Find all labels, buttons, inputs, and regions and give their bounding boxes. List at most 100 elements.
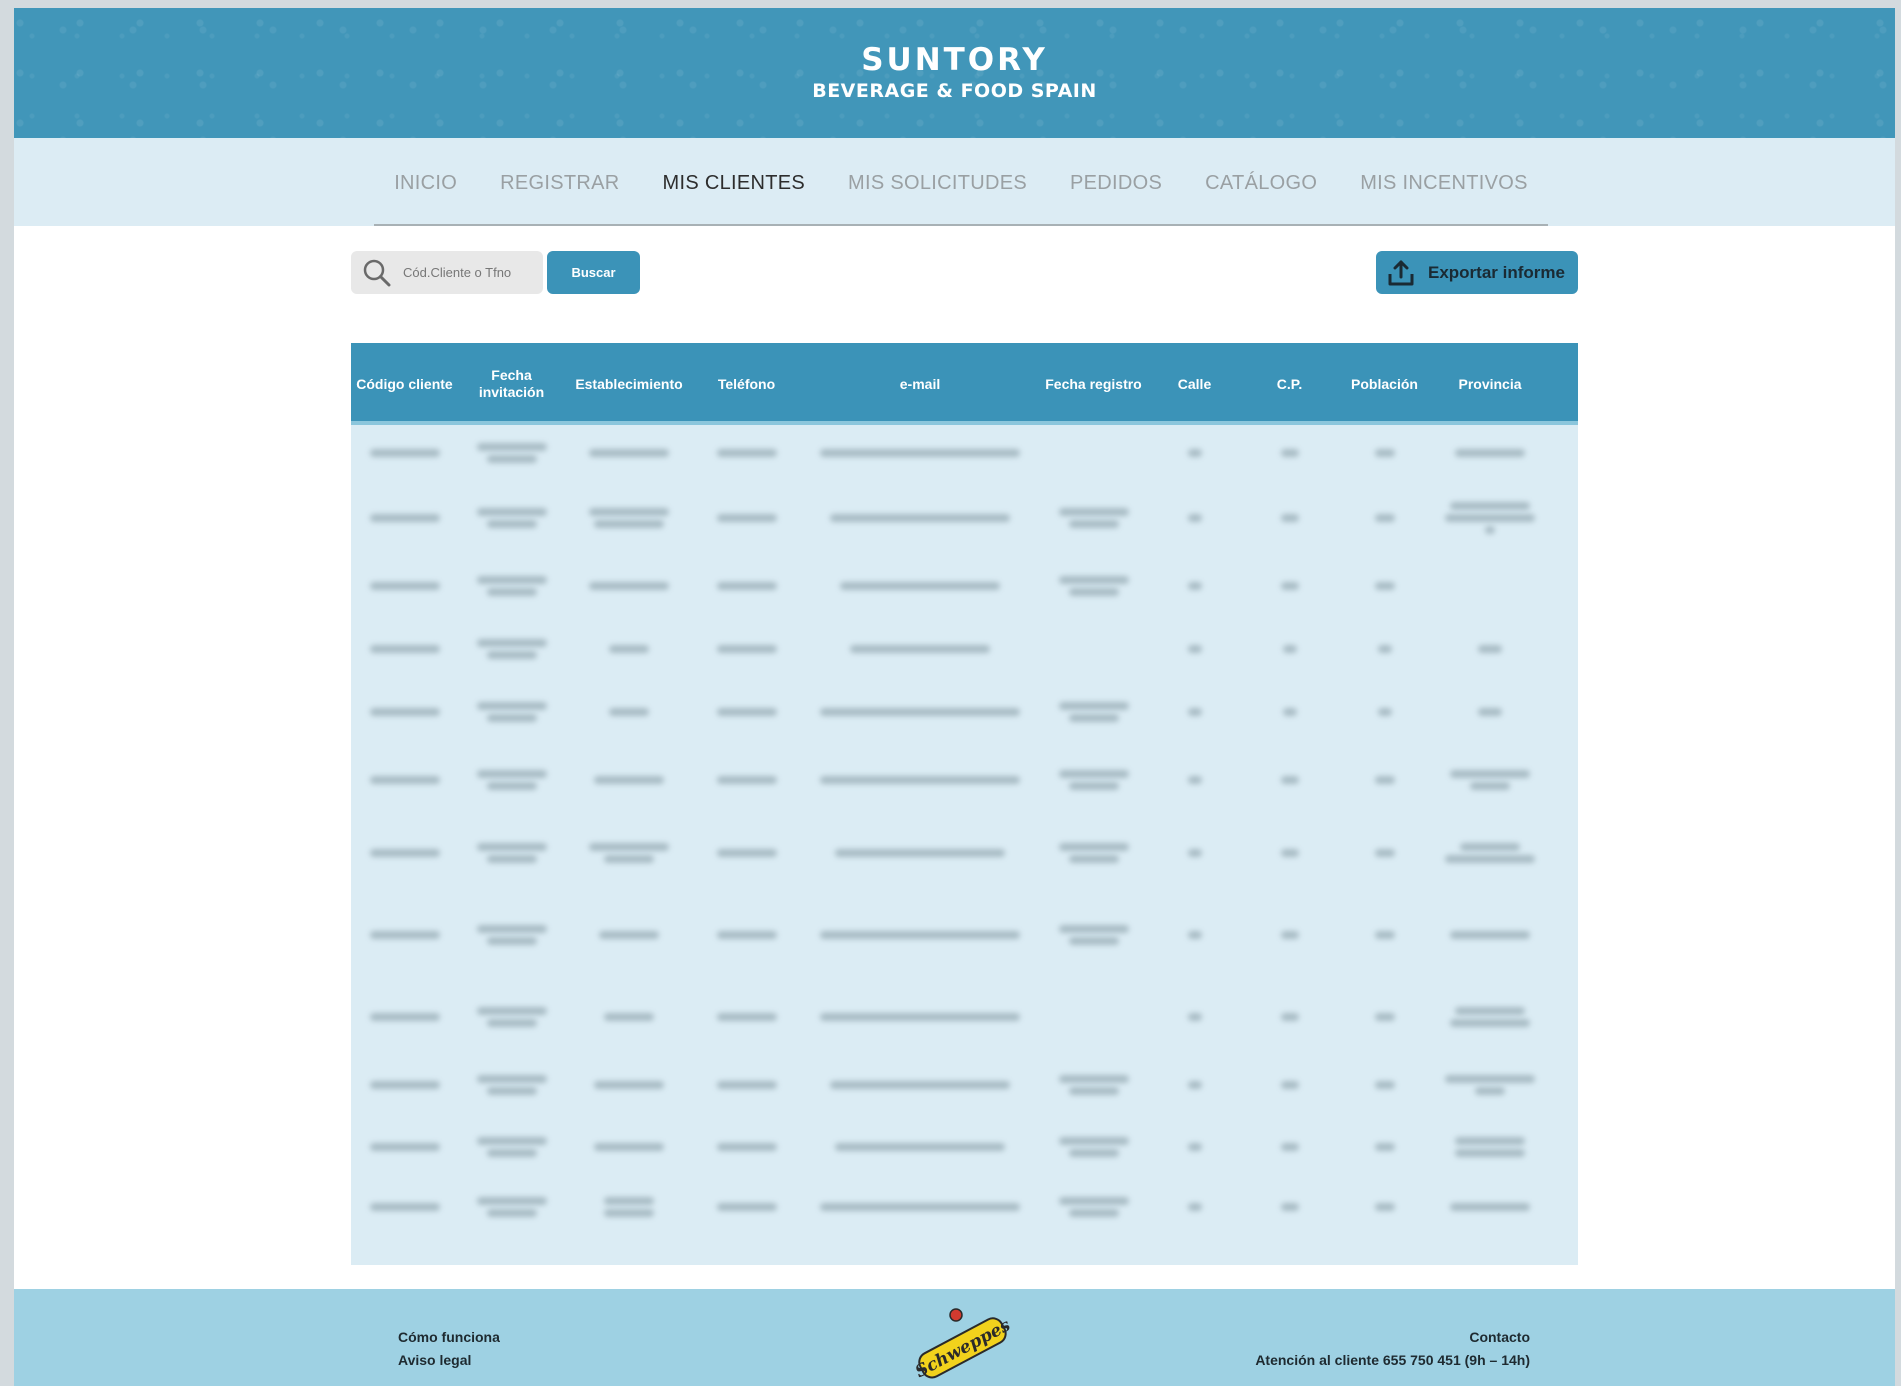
col-header-calle[interactable]: Calle (1147, 343, 1242, 425)
col-header-poblacion[interactable]: Población (1337, 343, 1432, 425)
col-header-provincia[interactable]: Provincia (1432, 343, 1548, 425)
search-input[interactable] (403, 265, 543, 280)
page: suntory BEVERAGE & FOOD SPAIN INICIO REG… (14, 8, 1895, 1386)
redacted-text (1455, 448, 1525, 457)
redacted-text (1450, 501, 1530, 510)
redacted-text (486, 937, 537, 945)
redacted-text (1282, 645, 1297, 653)
redacted-text (716, 1013, 777, 1021)
redacted-text (369, 708, 440, 716)
table-cell (693, 1053, 800, 1117)
redacted-text (1374, 513, 1395, 522)
redacted-text (830, 1081, 1010, 1089)
table-cell (1242, 889, 1337, 981)
redacted-text (1374, 1081, 1395, 1089)
redacted-text (820, 448, 1020, 457)
table-row[interactable] (351, 480, 1578, 555)
table-cell (693, 681, 800, 743)
col-header-fecha-registro[interactable]: Fecha registro (1040, 343, 1147, 425)
table-cell (1337, 889, 1432, 981)
col-header-telefono[interactable]: Teléfono (693, 343, 800, 425)
redacted-text (716, 513, 777, 522)
col-header-establecimiento[interactable]: Establecimiento (565, 343, 693, 425)
export-report-button[interactable]: Exportar informe (1376, 251, 1578, 294)
redacted-text (1187, 1081, 1202, 1089)
legal-notice-link[interactable]: Aviso legal (398, 1349, 500, 1372)
table-cell (800, 889, 1040, 981)
redacted-text (820, 1203, 1020, 1211)
col-header-codigo[interactable]: Código cliente (351, 343, 458, 425)
nav-item-pedidos[interactable]: PEDIDOS (1070, 172, 1162, 224)
table-row[interactable] (351, 743, 1578, 817)
redacted-text (820, 708, 1020, 716)
table-row[interactable] (351, 617, 1578, 681)
redacted-text (1187, 513, 1202, 522)
redacted-text (716, 931, 777, 939)
table-cell (800, 817, 1040, 889)
redacted-text (716, 708, 777, 716)
nav-item-registrar[interactable]: REGISTRAR (500, 172, 619, 224)
redacted-text (716, 1143, 777, 1151)
table-cell (693, 743, 800, 817)
redacted-text (594, 776, 664, 784)
redacted-text (1068, 714, 1119, 722)
nav-item-inicio[interactable]: INICIO (394, 172, 457, 224)
table-row[interactable] (351, 1177, 1578, 1237)
table-row[interactable] (351, 1117, 1578, 1177)
contact-title[interactable]: Contacto (1255, 1326, 1530, 1349)
redacted-text (1068, 1209, 1119, 1217)
redacted-text (1187, 582, 1202, 590)
how-it-works-link[interactable]: Cómo funciona (398, 1326, 500, 1349)
col-header-email[interactable]: e-mail (800, 343, 1040, 425)
redacted-text (369, 582, 440, 590)
table-cell (1432, 743, 1548, 817)
table-row[interactable] (351, 981, 1578, 1053)
nav-item-mis-clientes[interactable]: MIS CLIENTES (663, 172, 806, 224)
search-button[interactable]: Buscar (547, 251, 640, 294)
brand-logo[interactable]: suntory BEVERAGE & FOOD SPAIN (14, 34, 1895, 103)
redacted-text (369, 1143, 440, 1151)
table-row[interactable] (351, 817, 1578, 889)
nav-item-mis-incentivos[interactable]: MIS INCENTIVOS (1360, 172, 1528, 224)
table-cell (1432, 817, 1548, 889)
redacted-text (716, 776, 777, 784)
table-header: Código cliente Fecha invitación Establec… (351, 343, 1578, 425)
table-cell (351, 555, 458, 617)
table-cell (1147, 1177, 1242, 1237)
table-cell (1242, 425, 1337, 480)
table-cell (565, 889, 693, 981)
redacted-text (476, 442, 547, 451)
redacted-text (1058, 770, 1129, 778)
schweppes-logo: Schweppes (912, 1308, 1012, 1382)
table-cell (1242, 981, 1337, 1053)
redacted-text (609, 645, 649, 653)
table-row[interactable] (351, 889, 1578, 981)
table-row[interactable] (351, 425, 1578, 480)
table-cell (1432, 981, 1548, 1053)
table-cell (458, 617, 565, 681)
table-cell (351, 480, 458, 555)
table-cell (1432, 1177, 1548, 1237)
col-header-cp[interactable]: C.P. (1242, 343, 1337, 425)
table-cell (565, 480, 693, 555)
table-row[interactable] (351, 555, 1578, 617)
nav-band: INICIO REGISTRAR MIS CLIENTES MIS SOLICI… (14, 138, 1895, 226)
table-row[interactable] (351, 1053, 1578, 1117)
redacted-text (486, 1209, 537, 1217)
table-cell (1242, 743, 1337, 817)
table-cell (351, 617, 458, 681)
table-cell (1040, 480, 1147, 555)
nav-item-mis-solicitudes[interactable]: MIS SOLICITUDES (848, 172, 1027, 224)
redacted-text (486, 519, 537, 528)
redacted-text (1187, 1143, 1202, 1151)
table-cell (351, 425, 458, 480)
redacted-text (716, 645, 777, 653)
table-cell (1040, 889, 1147, 981)
table-row[interactable] (351, 681, 1578, 743)
col-header-fecha-invitacion[interactable]: Fecha invitación (458, 343, 565, 425)
nav-item-catalogo[interactable]: CATÁLOGO (1205, 172, 1317, 224)
table-cell (1337, 1177, 1432, 1237)
table-cell (458, 889, 565, 981)
redacted-text (476, 1007, 547, 1015)
table-cell (1337, 681, 1432, 743)
